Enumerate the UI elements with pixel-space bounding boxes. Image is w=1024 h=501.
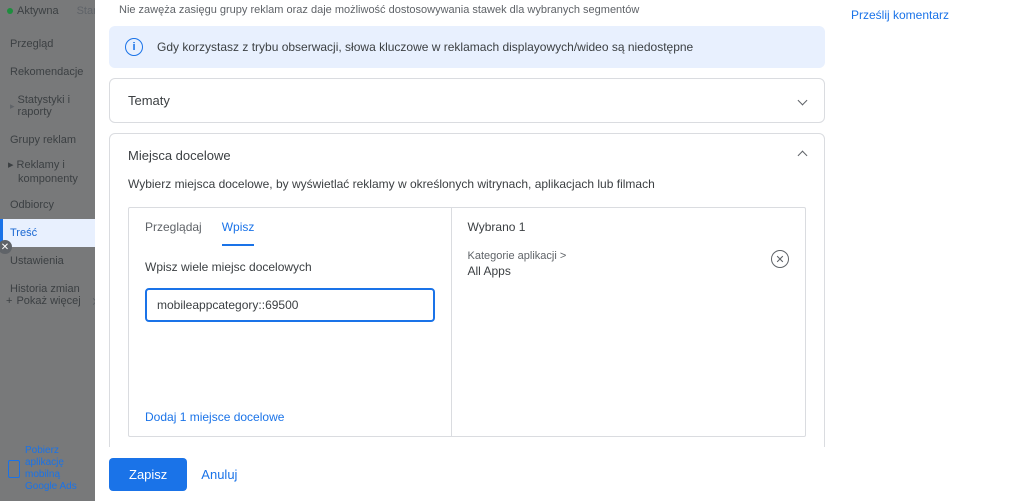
placements-tabs: Przeglądaj Wpisz (129, 208, 451, 246)
top-hint-text: Nie zawęża zasięgu grupy reklam oraz daj… (109, 0, 825, 26)
sidebar-item-ads[interactable]: ▸Reklamy i komponenty (0, 154, 95, 191)
sidebar-item-overview[interactable]: Przegląd (0, 30, 95, 58)
edit-modal: Nie zawęża zasięgu grupy reklam oraz daj… (95, 0, 1024, 501)
placements-input[interactable] (145, 288, 435, 322)
sidebar-item-adgroups[interactable]: Grupy reklam (0, 126, 95, 154)
enter-multiple-label: Wpisz wiele miejsc docelowych (145, 260, 435, 274)
sidebar-show-more[interactable]: + Pokaż więcej (6, 295, 96, 307)
chevron-down-icon (798, 96, 808, 106)
info-icon: i (125, 38, 143, 56)
placements-box: Przeglądaj Wpisz Wpisz wiele miejsc doce… (128, 207, 806, 437)
selected-count: Wybrano 1 (468, 220, 790, 234)
sidebar-item-content[interactable]: Treść (0, 219, 95, 247)
status-label: Aktywna (17, 5, 59, 17)
topics-card: Tematy (109, 78, 825, 123)
placements-card-header[interactable]: Miejsca docelowe (110, 134, 824, 177)
add-placement-link[interactable]: Dodaj 1 miejsce docelowe (129, 398, 451, 436)
selected-pane: Wybrano 1 Kategorie aplikacji > All Apps… (452, 208, 806, 436)
modal-side: Prześlij komentarz (839, 0, 1024, 501)
topics-card-header[interactable]: Tematy (110, 79, 824, 122)
phone-icon (8, 460, 20, 478)
tab-browse[interactable]: Przeglądaj (145, 220, 202, 246)
chevron-right-icon: ▸ (10, 101, 15, 112)
chevron-up-icon (798, 151, 808, 161)
selected-name: All Apps (468, 264, 567, 278)
plus-icon: + (6, 295, 12, 307)
tab-enter[interactable]: Wpisz (222, 220, 255, 246)
input-area: Wpisz wiele miejsc docelowych (129, 246, 451, 398)
status-dot-icon (7, 8, 13, 14)
sidebar-item-stats[interactable]: ▸Statystyki i raporty (0, 86, 95, 126)
app-promo[interactable]: Pobierz aplikację mobilną Google Ads (8, 445, 88, 493)
info-banner-text: Gdy korzystasz z trybu obserwacji, słowa… (157, 40, 693, 54)
sidebar-item-recommendations[interactable]: Rekomendacje (0, 58, 95, 86)
feedback-link[interactable]: Prześlij komentarz (851, 8, 949, 22)
modal-footer: Zapisz Anuluj (95, 447, 1024, 501)
placements-title: Miejsca docelowe (128, 148, 231, 163)
sidebar-item-audiences[interactable]: Odbiorcy (0, 191, 95, 219)
remove-selected-button[interactable]: ✕ (771, 250, 789, 268)
save-button[interactable]: Zapisz (109, 458, 187, 491)
sidebar-nav: Przegląd Rekomendacje ▸Statystyki i rapo… (0, 30, 95, 303)
info-banner: i Gdy korzystasz z trybu obserwacji, sło… (109, 26, 825, 68)
selected-item: Kategorie aplikacji > All Apps ✕ (468, 250, 790, 278)
status-indicator: Aktywna Stan (7, 5, 99, 17)
placements-card: Miejsca docelowe Wybierz miejsca docelow… (109, 133, 825, 497)
modal-main: Nie zawęża zasięgu grupy reklam oraz daj… (95, 0, 839, 501)
sidebar-item-settings[interactable]: Ustawienia (0, 247, 95, 275)
placements-desc: Wybierz miejsca docelowe, by wyświetlać … (128, 177, 806, 207)
chevron-right-icon: ▸ (8, 159, 14, 171)
cancel-button[interactable]: Anuluj (201, 467, 237, 482)
placements-input-pane: Przeglądaj Wpisz Wpisz wiele miejsc doce… (129, 208, 452, 436)
topics-title: Tematy (128, 93, 170, 108)
selected-category: Kategorie aplikacji > (468, 250, 567, 262)
